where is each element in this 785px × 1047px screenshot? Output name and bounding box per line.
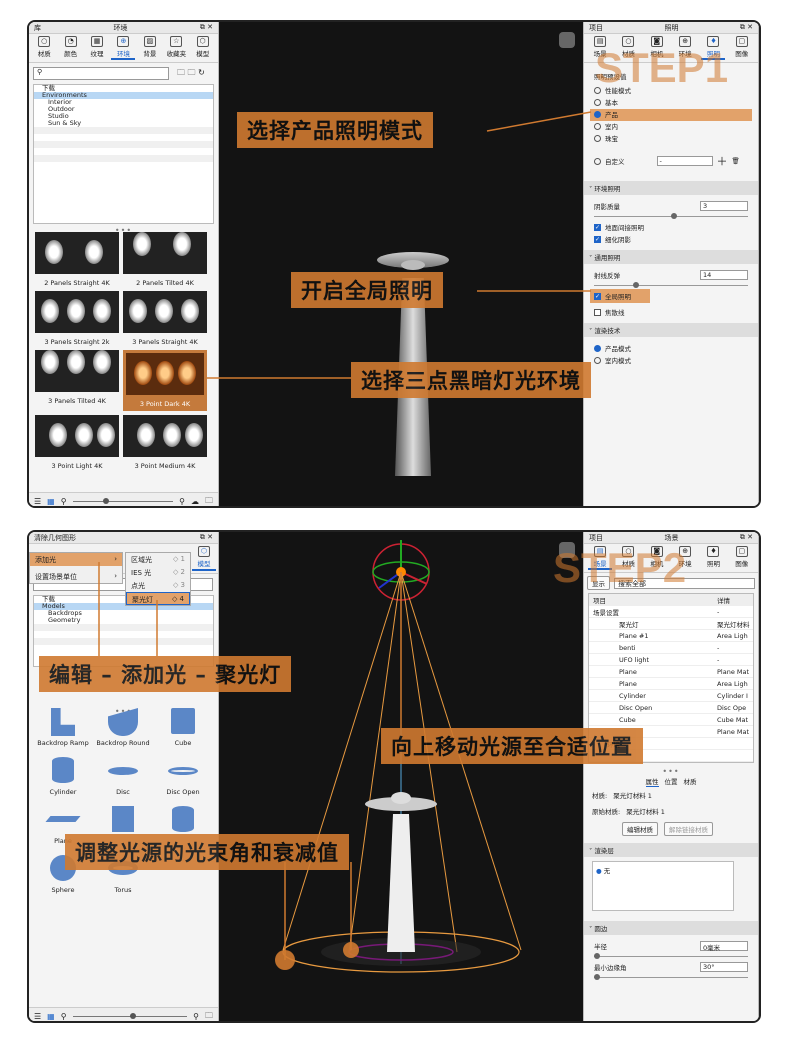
step1-frame: 库环境 ⧉ ✕ ○ 材质 ◔ 颜色 ▦ 纹理 ⊕ 环境 ▨ 背景 ☆ 收藏夹 ⬡ 模型 ⚲ 🗀 … [27,20,761,508]
step2-frame: 清除几何图形 ⧉ ✕ ⬡ 模型 下载 Models Backdrops Geomet… [27,530,761,1023]
callout-connectors [207,111,592,379]
callout-connectors [98,562,402,970]
